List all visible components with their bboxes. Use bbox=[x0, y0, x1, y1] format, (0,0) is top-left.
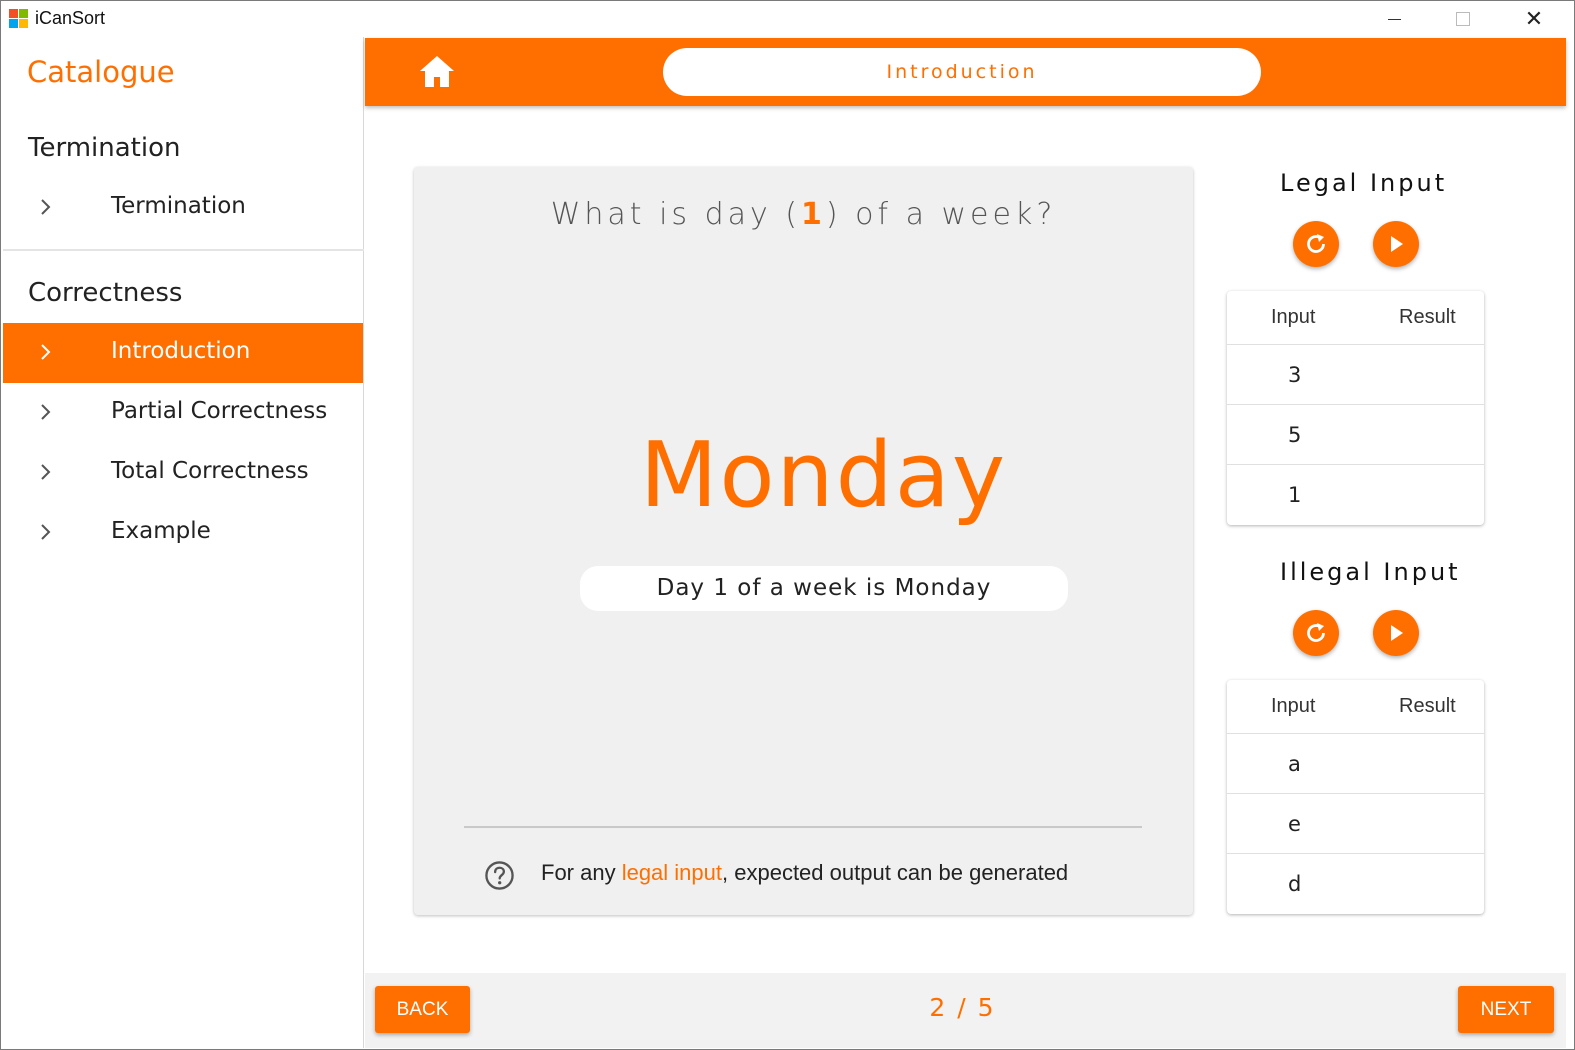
title-bar: iCanSort ✕ bbox=[1, 1, 1574, 37]
home-button[interactable] bbox=[417, 52, 457, 92]
input-cell: 1 bbox=[1288, 483, 1302, 507]
section-title-correctness: Correctness bbox=[28, 278, 183, 308]
question-card: What is day (1) of a week? Monday Day 1 … bbox=[414, 167, 1193, 915]
sidebar-item-partial-correctness[interactable]: Partial Correctness bbox=[3, 383, 363, 443]
input-cell: d bbox=[1288, 872, 1302, 896]
legal-refresh-button[interactable] bbox=[1293, 221, 1339, 267]
catalogue-title: Catalogue bbox=[27, 55, 175, 89]
next-button[interactable]: NEXT bbox=[1458, 986, 1554, 1033]
illegal-refresh-button[interactable] bbox=[1293, 610, 1339, 656]
refresh-icon bbox=[1307, 623, 1325, 642]
chevron-right-icon bbox=[41, 344, 51, 360]
footer-bar: BACK 2 / 5 NEXT bbox=[365, 973, 1566, 1048]
app-window: iCanSort ✕ Catalogue Termination Termina… bbox=[0, 0, 1575, 1050]
sidebar-divider bbox=[3, 249, 364, 251]
close-icon[interactable]: ✕ bbox=[1504, 1, 1564, 37]
input-cell: 3 bbox=[1288, 363, 1302, 387]
table-row: 5 bbox=[1227, 405, 1484, 465]
table-header: Input Result bbox=[1227, 291, 1484, 345]
app-logo-icon bbox=[9, 9, 29, 29]
sidebar-item-label: Example bbox=[111, 518, 211, 544]
column-header-input: Input bbox=[1271, 695, 1316, 717]
section-title-termination: Termination bbox=[28, 133, 181, 163]
help-circle-icon bbox=[485, 861, 514, 890]
sidebar-item-termination[interactable]: Termination bbox=[3, 178, 363, 238]
page-title: Introduction bbox=[663, 48, 1261, 96]
hint-suffix: , expected output can be generated bbox=[722, 860, 1069, 885]
sidebar-item-label: Introduction bbox=[111, 338, 251, 364]
sidebar-item-total-correctness[interactable]: Total Correctness bbox=[3, 443, 363, 503]
sidebar-item-example[interactable]: Example bbox=[3, 503, 363, 563]
hint-text: For any legal input, expected output can… bbox=[541, 860, 1068, 886]
hint-accent: legal input bbox=[621, 860, 723, 885]
table-row: a bbox=[1227, 734, 1484, 794]
refresh-icon bbox=[1307, 234, 1325, 253]
column-header-result: Result bbox=[1399, 306, 1456, 328]
page-indicator: 2 / 5 bbox=[929, 993, 996, 1022]
header-bar: Introduction bbox=[365, 38, 1566, 106]
column-header-result: Result bbox=[1399, 695, 1456, 717]
sidebar-item-label: Total Correctness bbox=[111, 458, 309, 484]
illegal-play-button[interactable] bbox=[1373, 610, 1419, 656]
table-row: d bbox=[1227, 854, 1484, 914]
illegal-input-title: Illegal Input bbox=[1280, 558, 1461, 586]
catalogue-sidebar: Catalogue Termination Termination Correc… bbox=[3, 37, 364, 1048]
maximize-icon[interactable] bbox=[1433, 1, 1493, 37]
window-title: iCanSort bbox=[35, 8, 106, 28]
question-number: 1 bbox=[801, 197, 826, 232]
input-cell: 5 bbox=[1288, 423, 1302, 447]
column-header-input: Input bbox=[1271, 306, 1316, 328]
legal-input-table: Input Result 3 5 1 bbox=[1227, 291, 1484, 525]
answer-display: Monday bbox=[639, 423, 1008, 528]
answer-sentence: Day 1 of a week is Monday bbox=[580, 566, 1068, 611]
table-row: e bbox=[1227, 794, 1484, 854]
play-icon bbox=[1391, 236, 1403, 252]
table-row: 1 bbox=[1227, 465, 1484, 525]
sidebar-item-label: Partial Correctness bbox=[111, 398, 328, 424]
hint-prefix: For any bbox=[541, 860, 622, 885]
input-cell: e bbox=[1288, 812, 1301, 836]
chevron-right-icon bbox=[41, 524, 51, 540]
table-row: 3 bbox=[1227, 345, 1484, 405]
illegal-input-table: Input Result a e d bbox=[1227, 680, 1484, 914]
question-prefix: What is day ( bbox=[550, 197, 802, 232]
minimize-icon[interactable] bbox=[1364, 1, 1424, 37]
sidebar-item-label: Termination bbox=[111, 193, 246, 219]
table-header: Input Result bbox=[1227, 680, 1484, 734]
question-text: What is day (1) of a week? bbox=[414, 197, 1193, 232]
chevron-right-icon bbox=[41, 404, 51, 420]
chevron-right-icon bbox=[41, 464, 51, 480]
legal-input-title: Legal Input bbox=[1280, 169, 1448, 197]
play-icon bbox=[1391, 625, 1403, 641]
home-icon bbox=[420, 56, 454, 87]
sidebar-item-introduction[interactable]: Introduction bbox=[3, 323, 363, 383]
chevron-right-icon bbox=[41, 199, 51, 215]
question-suffix: ) of a week? bbox=[825, 197, 1057, 232]
legal-play-button[interactable] bbox=[1373, 221, 1419, 267]
card-divider bbox=[464, 826, 1142, 828]
input-cell: a bbox=[1288, 752, 1301, 776]
